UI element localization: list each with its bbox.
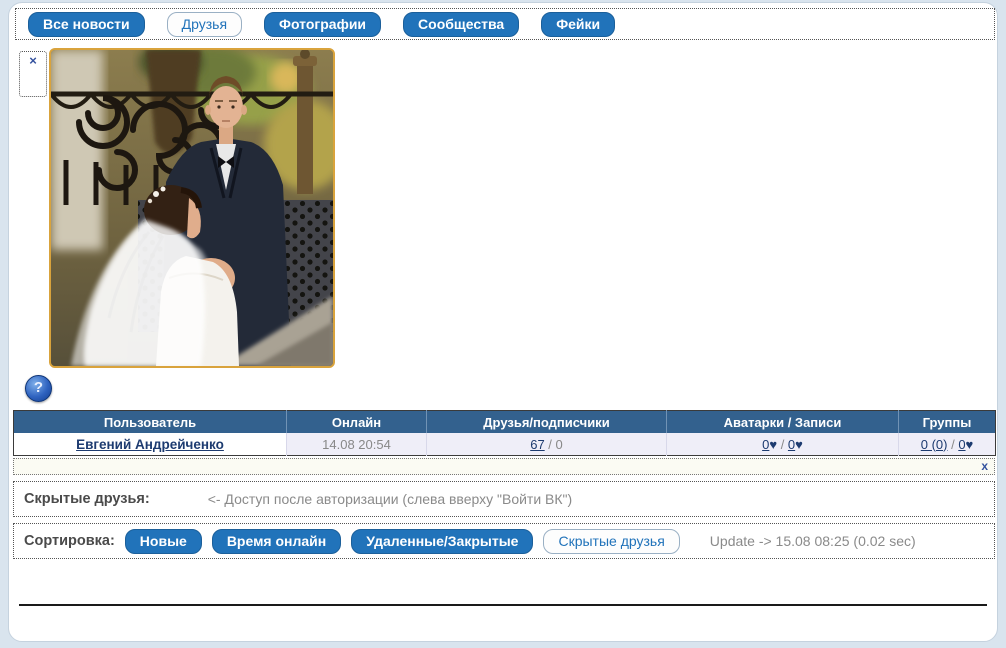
cell-friends: 67 / 0 xyxy=(427,433,667,456)
top-navigation: Все новости Друзья Фотографии Сообщества… xyxy=(15,8,995,40)
sort-deleted-closed-button[interactable]: Удаленные/Закрытые xyxy=(351,529,533,554)
separator: / xyxy=(545,437,556,452)
subscribers-count: 0 xyxy=(556,437,563,452)
close-icon[interactable]: × xyxy=(29,53,37,68)
sorting-label: Сортировка: xyxy=(24,533,115,549)
hidden-friends-label: Скрытые друзья: xyxy=(24,491,150,507)
tab-fakes[interactable]: Фейки xyxy=(541,12,615,37)
friends-count-link[interactable]: 67 xyxy=(530,437,544,452)
dismiss-bar: x xyxy=(13,458,995,475)
col-groups: Группы xyxy=(899,411,996,434)
tab-all-news[interactable]: Все новости xyxy=(28,12,145,37)
sorting-section: Сортировка: Новые Время онлайн Удаленные… xyxy=(13,523,995,559)
heart-icon: ♥ xyxy=(966,437,974,452)
sort-online-time-button[interactable]: Время онлайн xyxy=(212,529,341,554)
col-avatars: Аватарки / Записи xyxy=(667,411,899,434)
groups-count-link[interactable]: 0 (0) xyxy=(921,437,948,452)
photo-close-box[interactable]: × xyxy=(19,51,47,97)
cell-groups: 0 (0) / 0♥ xyxy=(899,433,996,456)
hidden-friends-section: Скрытые друзья: <- Доступ после авториза… xyxy=(13,481,995,517)
sort-hidden-friends-button[interactable]: Скрытые друзья xyxy=(543,529,679,554)
user-table-wrap: Пользователь Онлайн Друзья/подписчики Ав… xyxy=(13,410,995,456)
tab-communities[interactable]: Сообщества xyxy=(403,12,519,37)
cell-online: 14.08 20:54 xyxy=(287,433,427,456)
main-panel: Все новости Друзья Фотографии Сообщества… xyxy=(8,2,998,642)
cell-user: Евгений Андрейченко xyxy=(14,433,287,456)
close-icon[interactable]: x xyxy=(981,459,988,473)
wedding-photo-illustration xyxy=(51,50,333,366)
col-online: Онлайн xyxy=(287,411,427,434)
heart-icon: ♥ xyxy=(795,437,803,452)
tab-friends[interactable]: Друзья xyxy=(167,12,242,37)
col-friends: Друзья/подписчики xyxy=(427,411,667,434)
user-table: Пользователь Онлайн Друзья/подписчики Ав… xyxy=(13,410,996,456)
table-header-row: Пользователь Онлайн Друзья/подписчики Ав… xyxy=(14,411,996,434)
heart-icon: ♥ xyxy=(769,437,777,452)
separator: / xyxy=(947,437,958,452)
update-status-text: Update -> 15.08 08:25 (0.02 sec) xyxy=(710,533,916,549)
user-name-link[interactable]: Евгений Андрейченко xyxy=(76,437,224,452)
hidden-friends-hint: <- Доступ после авторизации (слева вверх… xyxy=(208,491,572,507)
sort-new-button[interactable]: Новые xyxy=(125,529,202,554)
separator: / xyxy=(777,437,788,452)
groups-likes-link[interactable]: 0 xyxy=(958,437,965,452)
help-icon[interactable]: ? xyxy=(25,375,52,402)
user-avatar-photo[interactable] xyxy=(49,48,335,368)
col-user: Пользователь xyxy=(14,411,287,434)
tab-photos[interactable]: Фотографии xyxy=(264,12,381,37)
table-row: Евгений Андрейченко 14.08 20:54 67 / 0 0… xyxy=(14,433,996,456)
cell-avatars: 0♥ / 0♥ xyxy=(667,433,899,456)
divider-line xyxy=(19,604,987,606)
